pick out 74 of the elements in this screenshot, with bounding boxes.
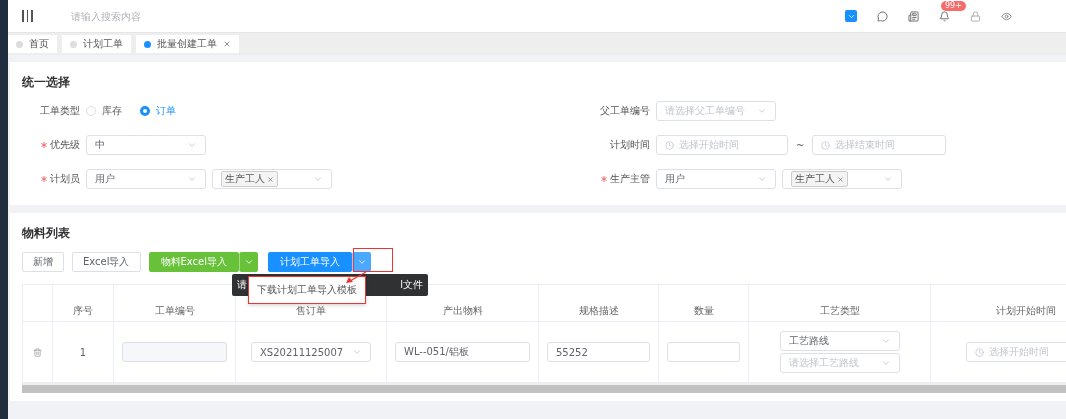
tag: 生产工人 [221,171,278,187]
tag: 生产工人 [791,171,848,187]
column-header: 工艺类型 [749,285,931,322]
input-field[interactable] [667,342,740,362]
column-header: 数量 [659,285,749,322]
chevron-down-icon [313,174,323,184]
tag-select[interactable]: 生产工人 [782,169,902,189]
tab-dot [144,40,151,48]
page-tab[interactable]: 批量创建工单 [136,35,239,53]
bell-icon[interactable] [939,10,950,22]
chevron-down-icon [757,174,767,184]
chevron-down-icon [187,140,197,150]
required-icon [601,176,607,182]
field-label: 计划员 [50,172,80,186]
column-header: 规格描述 [539,285,659,322]
clock-icon [974,347,984,357]
notification-badge: 99+ [941,0,966,11]
message-icon[interactable] [877,10,888,22]
field-label: 父工单编号 [600,104,650,118]
eye-icon[interactable] [1001,10,1012,22]
close-icon[interactable] [267,175,274,183]
chevron-down-icon [757,106,767,116]
table-cell: 1 [79,346,87,358]
field-label: 计划时间 [610,138,650,152]
select-field[interactable]: XS20211125007 [251,342,371,362]
menu-item[interactable]: 下载计划工单导入模板 [257,284,357,295]
section-title: 统一选择 [22,74,71,91]
chevron-down-icon [352,347,362,357]
close-icon[interactable] [837,175,844,183]
page-tab[interactable]: 计划工单 [62,35,131,53]
select-field[interactable]: 中 [86,135,206,155]
dropdown-button[interactable] [352,252,371,272]
chevron-down-icon [187,174,197,184]
toolbar-button[interactable]: Excel导入 [72,252,141,272]
delete-icon[interactable] [33,347,42,357]
chevron-down-icon [244,257,254,267]
section-title: 物料列表 [22,225,71,242]
column-header: 序号 [53,285,114,322]
toolbar-button[interactable]: 新增 [22,252,64,272]
menu-icon[interactable] [22,10,33,22]
radio[interactable] [140,106,150,116]
chevron-down-icon [880,358,891,368]
chevron-down-icon [880,336,891,346]
clock-icon [821,140,831,150]
input-field[interactable]: 55252 [547,342,650,362]
tab-dot [16,40,23,48]
tag-select[interactable]: 生产工人 [212,169,332,189]
column-header: 工单编号 [114,285,236,322]
required-icon [41,176,47,182]
field-label: 优先级 [50,138,80,152]
clock-icon [665,140,674,150]
select-field[interactable]: 用户 [86,169,206,189]
field-label: 生产主管 [610,172,650,186]
tooltip-text: l文件 [400,278,423,292]
dropdown-button[interactable] [239,252,258,272]
required-icon [41,142,47,148]
field-label: 工单类型 [40,104,80,118]
select-field[interactable]: 用户 [656,169,776,189]
annotation-box [353,248,393,272]
tooltip-text: 请 [237,278,247,292]
chevron-down-icon [883,174,893,184]
news-icon[interactable] [908,10,919,22]
select-field[interactable]: 工艺路线 [779,331,900,351]
radio-label[interactable]: 库存 [102,104,122,118]
chevron-down-icon [357,257,367,267]
range-separator: ~ [796,139,805,151]
page-tab[interactable]: 首页 [8,35,57,53]
column-header: 计划开始时间 [931,285,1066,322]
input-field[interactable]: WL--051/铝板 [395,342,530,362]
tab-dot [70,40,77,48]
horizontal-scrollbar[interactable] [22,383,1066,393]
close-icon[interactable] [223,40,231,48]
lock-icon[interactable] [970,10,981,22]
dropdown-icon[interactable] [845,10,857,22]
